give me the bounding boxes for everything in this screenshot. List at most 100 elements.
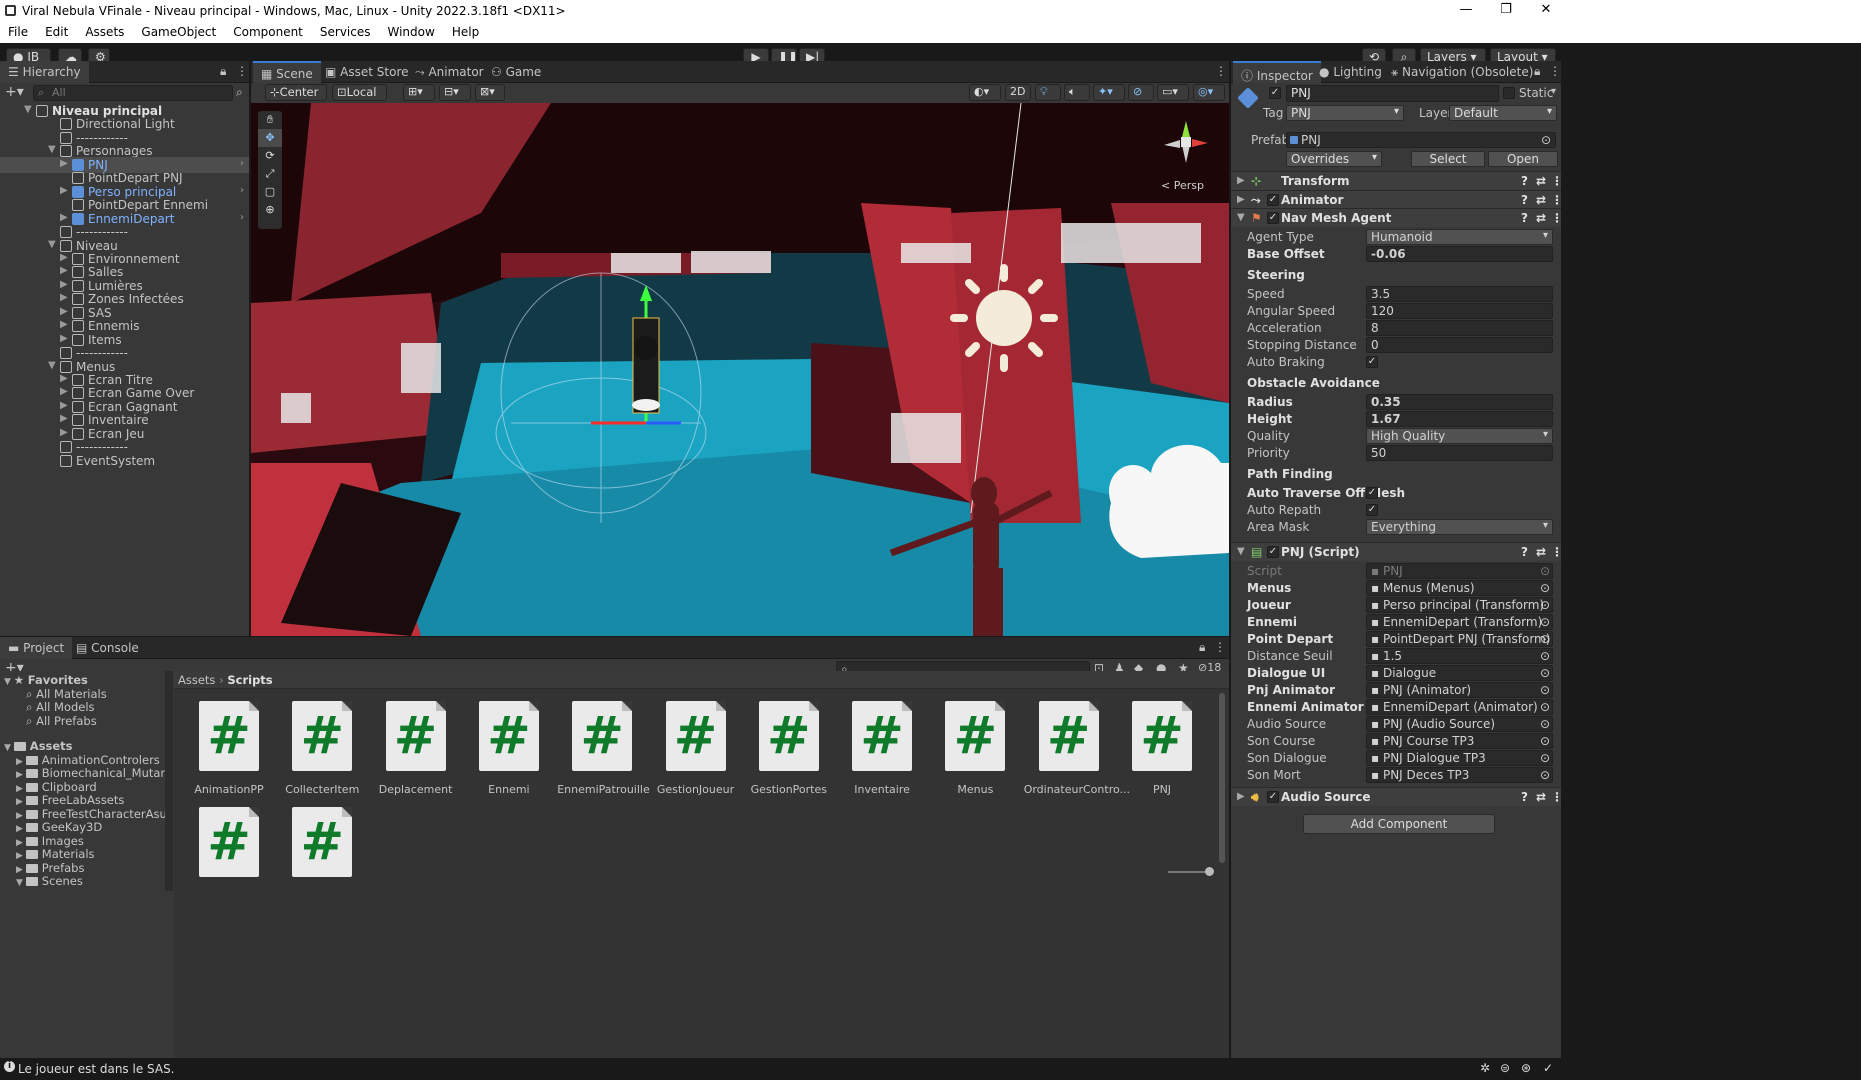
object-picker-icon[interactable]: ⊙ <box>1540 734 1550 748</box>
property-field[interactable]: ▪ PointDepart PNJ (Transform) ⊙ <box>1366 631 1553 647</box>
property-checkbox[interactable]: ✓ <box>1366 487 1378 499</box>
more-icon[interactable]: ⋮ <box>1215 64 1227 78</box>
collapse-arrow-icon[interactable]: ▼ <box>4 743 14 753</box>
property-field[interactable]: 0.35 <box>1366 394 1553 410</box>
expand-arrow-icon[interactable]: ▶ <box>16 824 26 834</box>
prefab-open-button[interactable]: Open <box>1488 151 1558 167</box>
tab-console[interactable]: ▤ Console <box>68 637 147 659</box>
collapse-arrow-icon[interactable]: ▼ <box>24 104 32 115</box>
property-field[interactable]: 50 <box>1366 445 1553 461</box>
property-field[interactable]: 8 <box>1366 320 1553 336</box>
property-field[interactable]: ▪ EnnemiDepart (Transform) ⊙ <box>1366 614 1553 630</box>
gizmos-icon[interactable]: ◎▾ <box>1193 84 1225 101</box>
increment-snap-button[interactable]: ⊟▾ <box>439 84 471 101</box>
menu-help[interactable]: Help <box>444 23 488 43</box>
expand-arrow-icon[interactable]: ▶ <box>16 757 26 767</box>
move-tool-icon[interactable]: ✥ <box>258 129 282 147</box>
property-dropdown[interactable]: High Quality ▾ <box>1366 428 1553 444</box>
breadcrumb-scripts[interactable]: Scripts <box>227 673 272 687</box>
object-picker-icon[interactable]: ⊙ <box>1541 133 1551 147</box>
help-icon[interactable]: ? <box>1521 174 1528 188</box>
expand-arrow-icon[interactable]: ▶ <box>60 279 68 290</box>
prefab-select-button[interactable]: Select <box>1411 151 1485 167</box>
object-picker-icon[interactable]: ⊙ <box>1540 632 1550 646</box>
open-prefab-icon[interactable]: › <box>240 158 244 169</box>
active-checkbox[interactable]: ✓ <box>1269 87 1281 99</box>
folder-item[interactable]: ▶ GeeKay3D <box>0 820 165 834</box>
folder-item[interactable]: ▶ Clipboard <box>0 780 165 794</box>
tab-animator[interactable]: ⤳ Animator <box>407 61 492 83</box>
script-asset[interactable]: # Ennemi <box>464 701 554 796</box>
animator-component-header[interactable]: ▶ ⤳ ✓ Animator ? ⇄ ⋮ <box>1231 190 1563 209</box>
favorites-heading[interactable]: ▼ ★ Favorites <box>0 673 165 687</box>
folder-item[interactable]: ▶ FreeLabAssets <box>0 793 165 807</box>
zoom-slider-handle[interactable] <box>1205 867 1214 876</box>
camera-settings-icon[interactable]: ▭▾ <box>1157 84 1189 101</box>
expand-arrow-icon[interactable]: ▶ <box>16 851 26 861</box>
layer-dropdown[interactable]: Default ▾ <box>1449 105 1557 121</box>
scale-tool-icon[interactable]: ⤢ <box>258 165 282 183</box>
script-asset[interactable]: # CollecterItem <box>277 701 367 796</box>
scene-search-icon[interactable]: ⌕ <box>236 85 243 100</box>
assets-heading[interactable]: ▼ Assets <box>0 739 165 753</box>
object-picker-icon[interactable]: ⊙ <box>1540 751 1550 765</box>
expand-arrow-icon[interactable]: ▶ <box>60 413 68 424</box>
folder-item[interactable]: ▶ Images <box>0 834 165 848</box>
rotate-tool-icon[interactable]: ⟳ <box>258 147 282 165</box>
script-asset[interactable]: # Menus <box>930 701 1020 796</box>
collapse-arrow-icon[interactable]: ▼ <box>48 239 56 250</box>
close-button[interactable]: ✕ <box>1523 2 1569 17</box>
overrides-dropdown[interactable]: Overrides ▾ <box>1286 151 1382 167</box>
menu-services[interactable]: Services <box>312 23 380 43</box>
grid-visibility-button[interactable]: ⊠▾ <box>475 84 505 101</box>
property-field[interactable]: ▪ PNJ (Animator) ⊙ <box>1366 682 1553 698</box>
expand-arrow-icon[interactable]: ▶ <box>16 838 26 848</box>
tag-dropdown[interactable]: PNJ ▾ <box>1286 105 1404 121</box>
effects-toggle-icon[interactable]: ✦▾ <box>1093 84 1125 101</box>
property-field[interactable]: 0 <box>1366 337 1553 353</box>
expand-arrow-icon[interactable]: ▶ <box>60 427 68 438</box>
property-field[interactable]: 3.5 <box>1366 286 1553 302</box>
audio-enabled-checkbox[interactable]: ✓ <box>1267 791 1279 803</box>
script-asset[interactable]: # <box>277 807 367 889</box>
transform-tool-icon[interactable]: ⊕ <box>258 201 282 219</box>
script-asset[interactable]: # PNJ <box>1117 701 1207 796</box>
script-asset[interactable]: # <box>184 807 274 889</box>
static-checkbox[interactable] <box>1503 87 1515 99</box>
script-enabled-checkbox[interactable]: ✓ <box>1267 546 1279 558</box>
context-menu-icon[interactable]: ⋮ <box>1551 790 1563 804</box>
menu-assets[interactable]: Assets <box>77 23 133 43</box>
expand-arrow-icon[interactable]: ▶ <box>60 292 68 303</box>
folder-item[interactable]: ▶ Prefabs <box>0 861 165 875</box>
zoom-slider[interactable] <box>1168 871 1208 873</box>
tab-scene[interactable]: ▦ Scene <box>253 61 321 83</box>
object-picker-icon[interactable]: ⊙ <box>1540 598 1550 612</box>
draw-mode-button[interactable]: ◐▾ <box>969 84 1001 101</box>
add-object-button[interactable]: +▾ <box>5 84 24 100</box>
favorite-item[interactable]: ⌕ All Models <box>0 700 165 714</box>
property-field[interactable]: ▪ Menus (Menus) ⊙ <box>1366 580 1553 596</box>
expand-arrow-icon[interactable]: ▶ <box>16 811 26 821</box>
context-menu-icon[interactable]: ⋮ <box>1551 211 1563 225</box>
lock-icon[interactable]: 🔒︎ <box>1199 640 1205 655</box>
preset-icon[interactable]: ⇄ <box>1536 174 1546 188</box>
hidden-objects-icon[interactable]: ⊘ <box>1128 84 1154 101</box>
menu-gameobject[interactable]: GameObject <box>133 23 225 43</box>
object-name-input[interactable]: PNJ <box>1286 85 1499 102</box>
property-dropdown[interactable]: Humanoid ▾ <box>1366 229 1553 245</box>
context-menu-icon[interactable]: ⋮ <box>1551 193 1563 207</box>
object-picker-icon[interactable]: ⊙ <box>1540 683 1550 697</box>
object-picker-icon[interactable]: ⊙ <box>1540 717 1550 731</box>
property-field[interactable]: ▪ PNJ Deces TP3 ⊙ <box>1366 767 1553 783</box>
object-picker-icon[interactable]: ⊙ <box>1540 768 1550 782</box>
rect-tool-icon[interactable]: ▢ <box>258 183 282 201</box>
property-field[interactable]: 1.67 <box>1366 411 1553 427</box>
open-prefab-icon[interactable]: › <box>240 212 244 223</box>
lighting-toggle-icon[interactable]: 💡︎ <box>1035 84 1061 101</box>
status-message[interactable]: Le joueur est dans le SAS. <box>18 1062 175 1076</box>
property-field[interactable]: ▪ PNJ Dialogue TP3 ⊙ <box>1366 750 1553 766</box>
more-icon[interactable]: ⋮ <box>1214 640 1226 654</box>
expand-arrow-icon[interactable]: ▶ <box>60 185 68 196</box>
debug-icon[interactable]: ✲ <box>1480 1061 1490 1075</box>
expand-arrow-icon[interactable]: ▶ <box>60 319 68 330</box>
